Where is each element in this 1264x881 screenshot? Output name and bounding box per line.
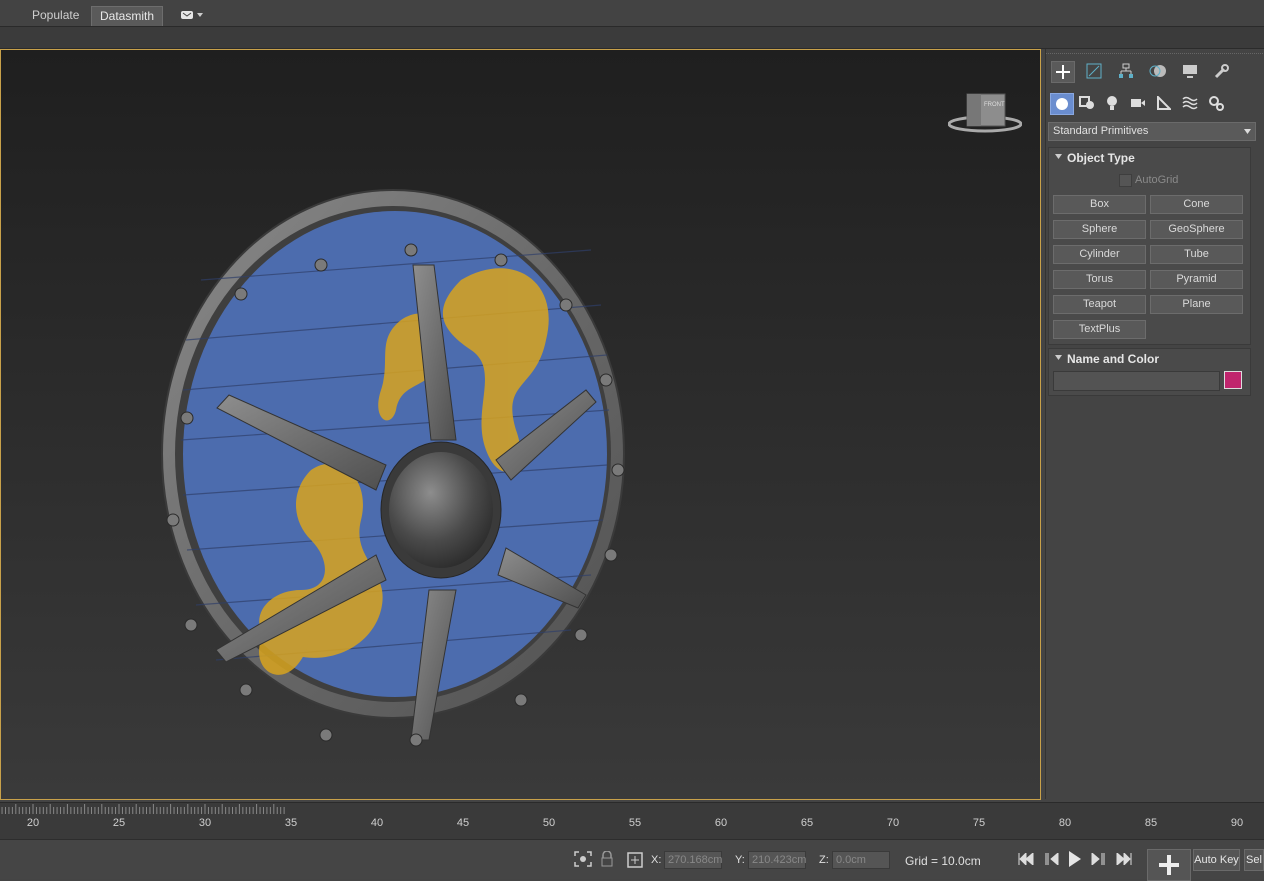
- systems-gear-icon[interactable]: [1205, 93, 1227, 113]
- x-label: X:: [651, 854, 662, 866]
- selection-lock-icon[interactable]: [600, 850, 614, 867]
- helpers-icon[interactable]: [1153, 93, 1175, 113]
- next-frame-icon[interactable]: [1090, 851, 1106, 868]
- geometry-sphere-icon[interactable]: [1050, 93, 1074, 115]
- timeline-tick-label: 50: [542, 817, 556, 829]
- previous-frame-icon[interactable]: [1044, 851, 1060, 868]
- display-tab-icon[interactable]: [1179, 61, 1201, 81]
- textplus-button[interactable]: TextPlus: [1053, 320, 1146, 339]
- object-name-input[interactable]: [1053, 371, 1220, 391]
- viewcube-icon: [947, 93, 1023, 133]
- timeline-tick-label: 70: [886, 817, 900, 829]
- pyramid-button[interactable]: Pyramid: [1150, 270, 1243, 289]
- object-type-title[interactable]: Object Type: [1067, 151, 1135, 165]
- isolate-selection-icon[interactable]: [574, 851, 592, 867]
- object-category-dropdown[interactable]: Standard Primitives: [1048, 122, 1256, 141]
- viewcube[interactable]: FRONT: [947, 88, 1023, 134]
- timeline-ruler[interactable]: 20 25 30 35 40 45 50 55 60 65 70 75 80 85 90: [0, 802, 1264, 839]
- ribbon-panel: [0, 27, 1264, 49]
- name-and-color-rollout: Name and Color: [1048, 348, 1251, 396]
- y-coordinate-field[interactable]: 210.423cm: [748, 851, 806, 869]
- object-category-value: Standard Primitives: [1053, 125, 1149, 137]
- sphere-button[interactable]: Sphere: [1053, 220, 1146, 239]
- set-key-plus-icon: [1159, 855, 1179, 875]
- go-to-start-icon[interactable]: [1018, 851, 1034, 868]
- box-button[interactable]: Box: [1053, 195, 1146, 214]
- shapes-icon[interactable]: [1076, 93, 1098, 113]
- message-icon: [181, 10, 193, 19]
- create-tab-plus-icon[interactable]: [1051, 61, 1075, 83]
- lights-bulb-icon[interactable]: [1101, 93, 1123, 113]
- collapse-triangle-icon[interactable]: [1055, 355, 1062, 360]
- timeline-tick-label: 30: [198, 817, 212, 829]
- chevron-down-icon: [1244, 129, 1251, 134]
- timeline-tick-label: 55: [628, 817, 642, 829]
- timeline-tick-label: 20: [26, 817, 40, 829]
- timeline-ticks: [1, 804, 285, 814]
- play-icon[interactable]: [1068, 851, 1082, 870]
- cylinder-button[interactable]: Cylinder: [1053, 245, 1146, 264]
- collapse-triangle-icon[interactable]: [1055, 154, 1062, 159]
- object-type-rollout: Object Type AutoGrid Box Cone Sphere Geo…: [1048, 147, 1251, 345]
- plane-button[interactable]: Plane: [1150, 295, 1243, 314]
- panel-grip[interactable]: [1046, 53, 1264, 57]
- geosphere-button[interactable]: GeoSphere: [1150, 220, 1243, 239]
- z-label: Z:: [819, 854, 829, 866]
- shield-model: [161, 189, 625, 747]
- timeline-tick-label: 35: [284, 817, 298, 829]
- go-to-end-icon[interactable]: [1116, 851, 1132, 868]
- timeline-tick-label: 45: [456, 817, 470, 829]
- tube-button[interactable]: Tube: [1150, 245, 1243, 264]
- space-warps-icon[interactable]: [1179, 93, 1201, 113]
- timeline-tick-label: 90: [1230, 817, 1244, 829]
- timeline-tick-label: 40: [370, 817, 384, 829]
- timeline-tick-label: 60: [714, 817, 728, 829]
- y-label: Y:: [735, 854, 745, 866]
- tab-datasmith[interactable]: Datasmith: [91, 6, 164, 26]
- utilities-wrench-icon[interactable]: [1211, 61, 1233, 81]
- chevron-down-icon: [197, 12, 203, 17]
- modify-tab-icon[interactable]: [1083, 61, 1105, 81]
- timeline-tick-label: 25: [112, 817, 126, 829]
- selected-dropdown[interactable]: Sel: [1244, 849, 1264, 871]
- cone-button[interactable]: Cone: [1150, 195, 1243, 214]
- transform-type-in-icon[interactable]: [627, 852, 643, 868]
- timeline-tick-label: 85: [1144, 817, 1158, 829]
- z-coordinate-field[interactable]: 0.0cm: [832, 851, 890, 869]
- name-and-color-title[interactable]: Name and Color: [1067, 352, 1159, 366]
- motion-tab-icon[interactable]: [1147, 61, 1169, 81]
- ribbon-tab-bar: Populate Datasmith: [0, 0, 1264, 27]
- timeline-tick-label: 80: [1058, 817, 1072, 829]
- object-color-swatch[interactable]: [1224, 371, 1242, 389]
- hierarchy-tab-icon[interactable]: [1115, 61, 1137, 81]
- viewport-perspective[interactable]: FRONT: [0, 49, 1041, 800]
- color-swatch-fill: [1225, 372, 1241, 388]
- x-coordinate-field[interactable]: 270.168cm: [664, 851, 722, 869]
- tab-populate[interactable]: Populate: [24, 6, 87, 25]
- torus-button[interactable]: Torus: [1053, 270, 1146, 289]
- autogrid-label: AutoGrid: [1135, 174, 1179, 186]
- grid-size-label: Grid = 10.0cm: [905, 854, 981, 868]
- auto-key-button[interactable]: Auto Key: [1193, 849, 1240, 871]
- set-key-button[interactable]: [1147, 849, 1191, 881]
- status-bar: X: 270.168cm Y: 210.423cm Z: 0.0cm Grid …: [0, 839, 1264, 881]
- viewcube-label: FRONT: [984, 102, 1005, 108]
- teapot-button[interactable]: Teapot: [1053, 295, 1146, 314]
- cameras-icon[interactable]: [1127, 93, 1149, 113]
- timeline-tick-label: 75: [972, 817, 986, 829]
- timeline-tick-label: 65: [800, 817, 814, 829]
- autogrid-checkbox[interactable]: [1119, 174, 1132, 187]
- quick-access-dropdown[interactable]: [180, 7, 210, 22]
